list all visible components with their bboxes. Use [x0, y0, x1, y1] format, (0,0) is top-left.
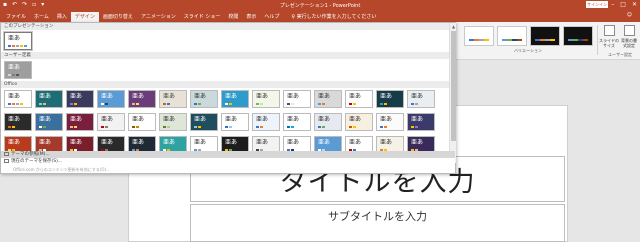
- section-office: Office: [1, 81, 449, 88]
- signin-button[interactable]: サインイン: [586, 1, 608, 8]
- theme-office-5[interactable]: 亜あ: [128, 90, 156, 108]
- tab-slideshow[interactable]: スライド ショー: [180, 12, 225, 22]
- tab-insert[interactable]: 挿入: [53, 12, 71, 22]
- variant-2[interactable]: [497, 26, 527, 46]
- theme-office-12[interactable]: 亜あ: [345, 90, 373, 108]
- section-user-defined: ユーザー定義: [1, 52, 449, 59]
- tell-me-text: 実行したい作業を入力してください: [296, 14, 377, 20]
- theme-office-3[interactable]: 亜あ: [66, 90, 94, 108]
- variant-4[interactable]: [563, 26, 593, 46]
- browse-themes-button[interactable]: テーマの参照(M)...: [1, 151, 455, 158]
- group-separator: [597, 25, 598, 55]
- theme-office-27[interactable]: 亜あ: [376, 113, 404, 131]
- variants-group-label: バリエーション: [514, 48, 542, 53]
- window-controls: – □ ✕: [611, 1, 637, 9]
- tab-design[interactable]: デザイン: [70, 12, 99, 22]
- theme-office-16[interactable]: 亜あ: [35, 113, 63, 131]
- lightbulb-icon: ♀: [291, 14, 296, 20]
- browse-themes-label: テーマの参照(M)...: [11, 152, 50, 157]
- slide-size-label: スライドの サイズ: [599, 38, 619, 48]
- theme-office-20[interactable]: 亜あ: [159, 113, 187, 131]
- share-icon[interactable]: ☺: [627, 12, 632, 18]
- tab-animations[interactable]: アニメーション: [137, 12, 180, 22]
- folder-icon: [4, 152, 9, 156]
- theme-office-13[interactable]: 亜あ: [376, 90, 404, 108]
- section-this-presentation: このプレゼンテーション: [1, 23, 449, 30]
- theme-office-15[interactable]: 亜あ: [4, 113, 32, 131]
- tab-help[interactable]: ヘルプ: [260, 12, 283, 22]
- theme-office-6[interactable]: 亜あ: [159, 90, 187, 108]
- theme-office-21[interactable]: 亜あ: [190, 113, 218, 131]
- gallery-scrollbar[interactable]: ▲ ▼: [449, 23, 456, 163]
- tab-view[interactable]: 表示: [242, 12, 260, 22]
- format-background-icon: [623, 25, 635, 36]
- theme-office-1[interactable]: 亜あ: [4, 90, 32, 108]
- theme-office-23[interactable]: 亜あ: [252, 113, 280, 131]
- format-background-button[interactable]: 背景の書 式設定: [619, 25, 639, 48]
- office-content-update-link: Office.com からのコンテンツ更新を有効にする(O)...: [13, 167, 110, 172]
- save-theme-icon: [4, 159, 9, 163]
- theme-office-4[interactable]: 亜あ: [97, 90, 125, 108]
- theme-office-14[interactable]: 亜あ: [407, 90, 435, 108]
- theme-office-19[interactable]: 亜あ: [128, 113, 156, 131]
- save-current-theme-label: 現在のテーマを保存(S)...: [11, 159, 63, 164]
- theme-office-11[interactable]: 亜あ: [314, 90, 342, 108]
- slide-size-button[interactable]: スライドの サイズ: [599, 25, 619, 48]
- save-current-theme-button[interactable]: 現在のテーマを保存(S)...: [1, 158, 455, 165]
- tab-home[interactable]: ホーム: [30, 12, 53, 22]
- customize-group-label: ユーザー設定: [608, 52, 632, 57]
- close-icon[interactable]: ✕: [632, 1, 637, 9]
- tab-file[interactable]: ファイル: [2, 12, 30, 22]
- theme-office-10[interactable]: 亜あ: [283, 90, 311, 108]
- theme-office-25[interactable]: 亜あ: [314, 113, 342, 131]
- theme-office-28[interactable]: 亜あ: [407, 113, 435, 131]
- theme-office-24[interactable]: 亜あ: [283, 113, 311, 131]
- scroll-up-icon[interactable]: ▲: [450, 23, 457, 30]
- theme-office-18[interactable]: 亜あ: [97, 113, 125, 131]
- theme-office-9[interactable]: 亜あ: [252, 90, 280, 108]
- powerpoint-window: ▪ ↶ ↷ ▫ ▾ プレゼンテーション1 - PowerPoint サインイン …: [0, 0, 640, 242]
- restore-icon[interactable]: □: [620, 1, 626, 9]
- variant-1[interactable]: [464, 26, 494, 46]
- theme-office-7[interactable]: 亜あ: [190, 90, 218, 108]
- theme-user-1[interactable]: 亜あ: [4, 61, 32, 79]
- theme-current[interactable]: 亜あ: [3, 31, 33, 51]
- tell-me-search[interactable]: ♀ 実行したい作業を入力してください: [283, 12, 376, 22]
- theme-office-17[interactable]: 亜あ: [66, 113, 94, 131]
- tab-review[interactable]: 校閲: [224, 12, 242, 22]
- theme-office-22[interactable]: 亜あ: [221, 113, 249, 131]
- window-title: プレゼンテーション1 - PowerPoint: [279, 3, 361, 9]
- ribbon-tabs: ファイル ホーム 挿入 デザイン 画面切り替え アニメーション スライド ショー…: [0, 10, 640, 22]
- format-background-label: 背景の書 式設定: [621, 38, 637, 48]
- theme-office-8[interactable]: 亜あ: [221, 90, 249, 108]
- title-bar: ▪ ↶ ↷ ▫ ▾ プレゼンテーション1 - PowerPoint サインイン …: [0, 0, 640, 10]
- subtitle-placeholder[interactable]: サブタイトルを入力: [190, 208, 565, 224]
- variant-3[interactable]: [530, 26, 560, 46]
- tab-transitions[interactable]: 画面切り替え: [99, 12, 137, 22]
- scrollbar-thumb[interactable]: [451, 31, 456, 141]
- minimize-icon[interactable]: –: [611, 1, 614, 9]
- theme-office-26[interactable]: 亜あ: [345, 113, 373, 131]
- theme-office-2[interactable]: 亜あ: [35, 90, 63, 108]
- slide-size-icon: [603, 25, 615, 36]
